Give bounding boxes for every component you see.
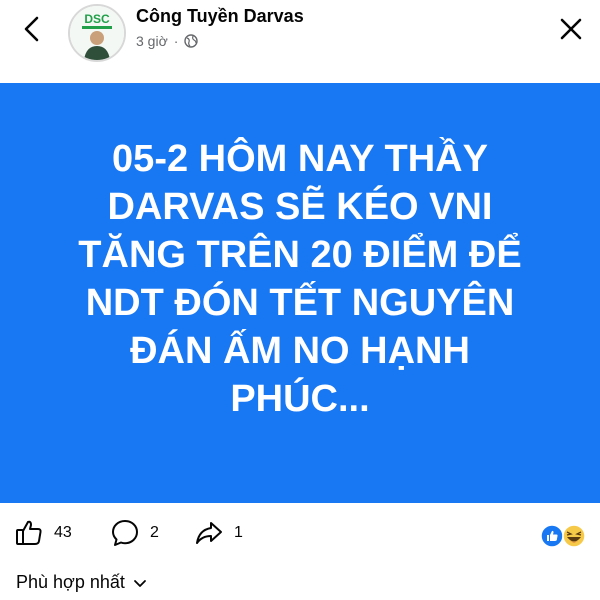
share-button[interactable]: 1: [194, 518, 243, 548]
like-count: 43: [54, 524, 72, 541]
comment-icon: [112, 520, 138, 546]
avatar[interactable]: DSC: [68, 4, 126, 62]
close-icon[interactable]: [556, 14, 586, 44]
action-bar: 43 2 1: [0, 512, 600, 560]
reactions-summary[interactable]: [540, 522, 592, 550]
chevron-down-icon: [133, 579, 146, 587]
like-button[interactable]: 43: [14, 518, 72, 548]
post-header: DSC Công Tuyền Darvas 3 giờ ·: [0, 0, 600, 82]
svg-text:DSC: DSC: [84, 12, 110, 26]
haha-reaction-icon: [562, 524, 586, 548]
globe-icon: [184, 34, 199, 48]
comment-sort-dropdown[interactable]: Phù hợp nhất: [16, 572, 147, 593]
post-image[interactable]: 05-2 HÔM NAY THẦY DARVAS SẼ KÉO VNI TĂNG…: [0, 83, 600, 503]
post-text: 05-2 HÔM NAY THẦY DARVAS SẼ KÉO VNI TĂNG…: [78, 138, 522, 420]
author-name[interactable]: Công Tuyền Darvas: [136, 6, 304, 27]
like-reaction-icon: [540, 524, 564, 548]
post-meta: 3 giờ ·: [136, 33, 199, 49]
comment-count: 2: [150, 524, 159, 541]
post-time[interactable]: 3 giờ: [136, 33, 168, 49]
meta-separator: ·: [173, 33, 179, 49]
share-count: 1: [234, 524, 243, 541]
like-icon: [16, 520, 42, 545]
share-icon: [196, 522, 222, 544]
comment-button[interactable]: 2: [110, 518, 159, 548]
back-arrow-icon[interactable]: [18, 14, 48, 44]
sort-label: Phù hợp nhất: [16, 572, 125, 592]
